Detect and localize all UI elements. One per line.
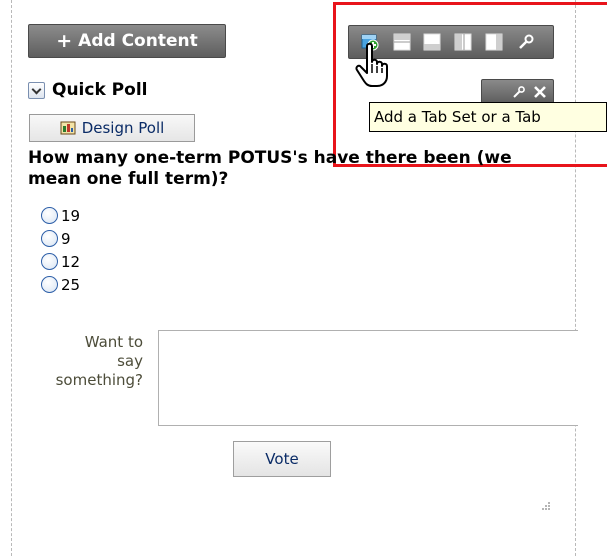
poll-option[interactable]: 12 (41, 250, 80, 273)
comment-label-line: say (117, 352, 143, 370)
comment-label-line: something? (55, 371, 143, 389)
option-label: 19 (61, 206, 81, 225)
comment-label: Want to say something? (28, 333, 143, 390)
comment-label-line: Want to (84, 333, 143, 351)
close-icon[interactable] (533, 84, 547, 98)
option-label: 25 (61, 275, 81, 294)
page-border-left (11, 0, 12, 556)
vote-button[interactable]: Vote (233, 441, 331, 477)
comment-textarea[interactable] (158, 330, 578, 426)
wrench-icon[interactable] (512, 84, 526, 98)
layout-bottom-icon[interactable] (423, 33, 441, 51)
radio-button[interactable] (41, 276, 58, 293)
plus-icon: + (56, 30, 73, 52)
chevron-down-icon[interactable] (28, 81, 45, 99)
radio-button[interactable] (41, 253, 58, 270)
radio-button[interactable] (41, 230, 58, 247)
portlet-actions (481, 79, 554, 104)
poll-option[interactable]: 9 (41, 227, 80, 250)
page-border-right (575, 0, 576, 556)
tooltip: Add a Tab Set or a Tab (369, 102, 607, 132)
layout-toolbar (348, 25, 554, 59)
poll-option[interactable]: 25 (41, 273, 80, 296)
design-icon (60, 121, 76, 135)
layout-right-column-icon[interactable] (485, 33, 503, 51)
design-poll-label: Design Poll (81, 119, 165, 137)
poll-option[interactable]: 19 (41, 204, 80, 227)
layout-two-column-icon[interactable] (454, 33, 472, 51)
radio-button[interactable] (41, 207, 58, 224)
portlet-title: Quick Poll (52, 80, 148, 100)
option-label: 9 (61, 229, 71, 248)
add-content-button[interactable]: + Add Content (28, 24, 226, 58)
resize-grip-icon[interactable] (537, 498, 551, 512)
wrench-icon[interactable] (517, 33, 535, 51)
option-label: 12 (61, 252, 81, 271)
portlet-header: Quick Poll (28, 80, 147, 100)
design-poll-button[interactable]: Design Poll (29, 114, 195, 142)
poll-question: How many one-term POTUS's have there bee… (28, 148, 512, 189)
layout-top-icon[interactable] (393, 33, 411, 51)
add-tab-icon[interactable] (361, 33, 379, 51)
poll-options: 19 9 12 25 (41, 204, 80, 296)
add-content-label: Add Content (78, 31, 198, 51)
